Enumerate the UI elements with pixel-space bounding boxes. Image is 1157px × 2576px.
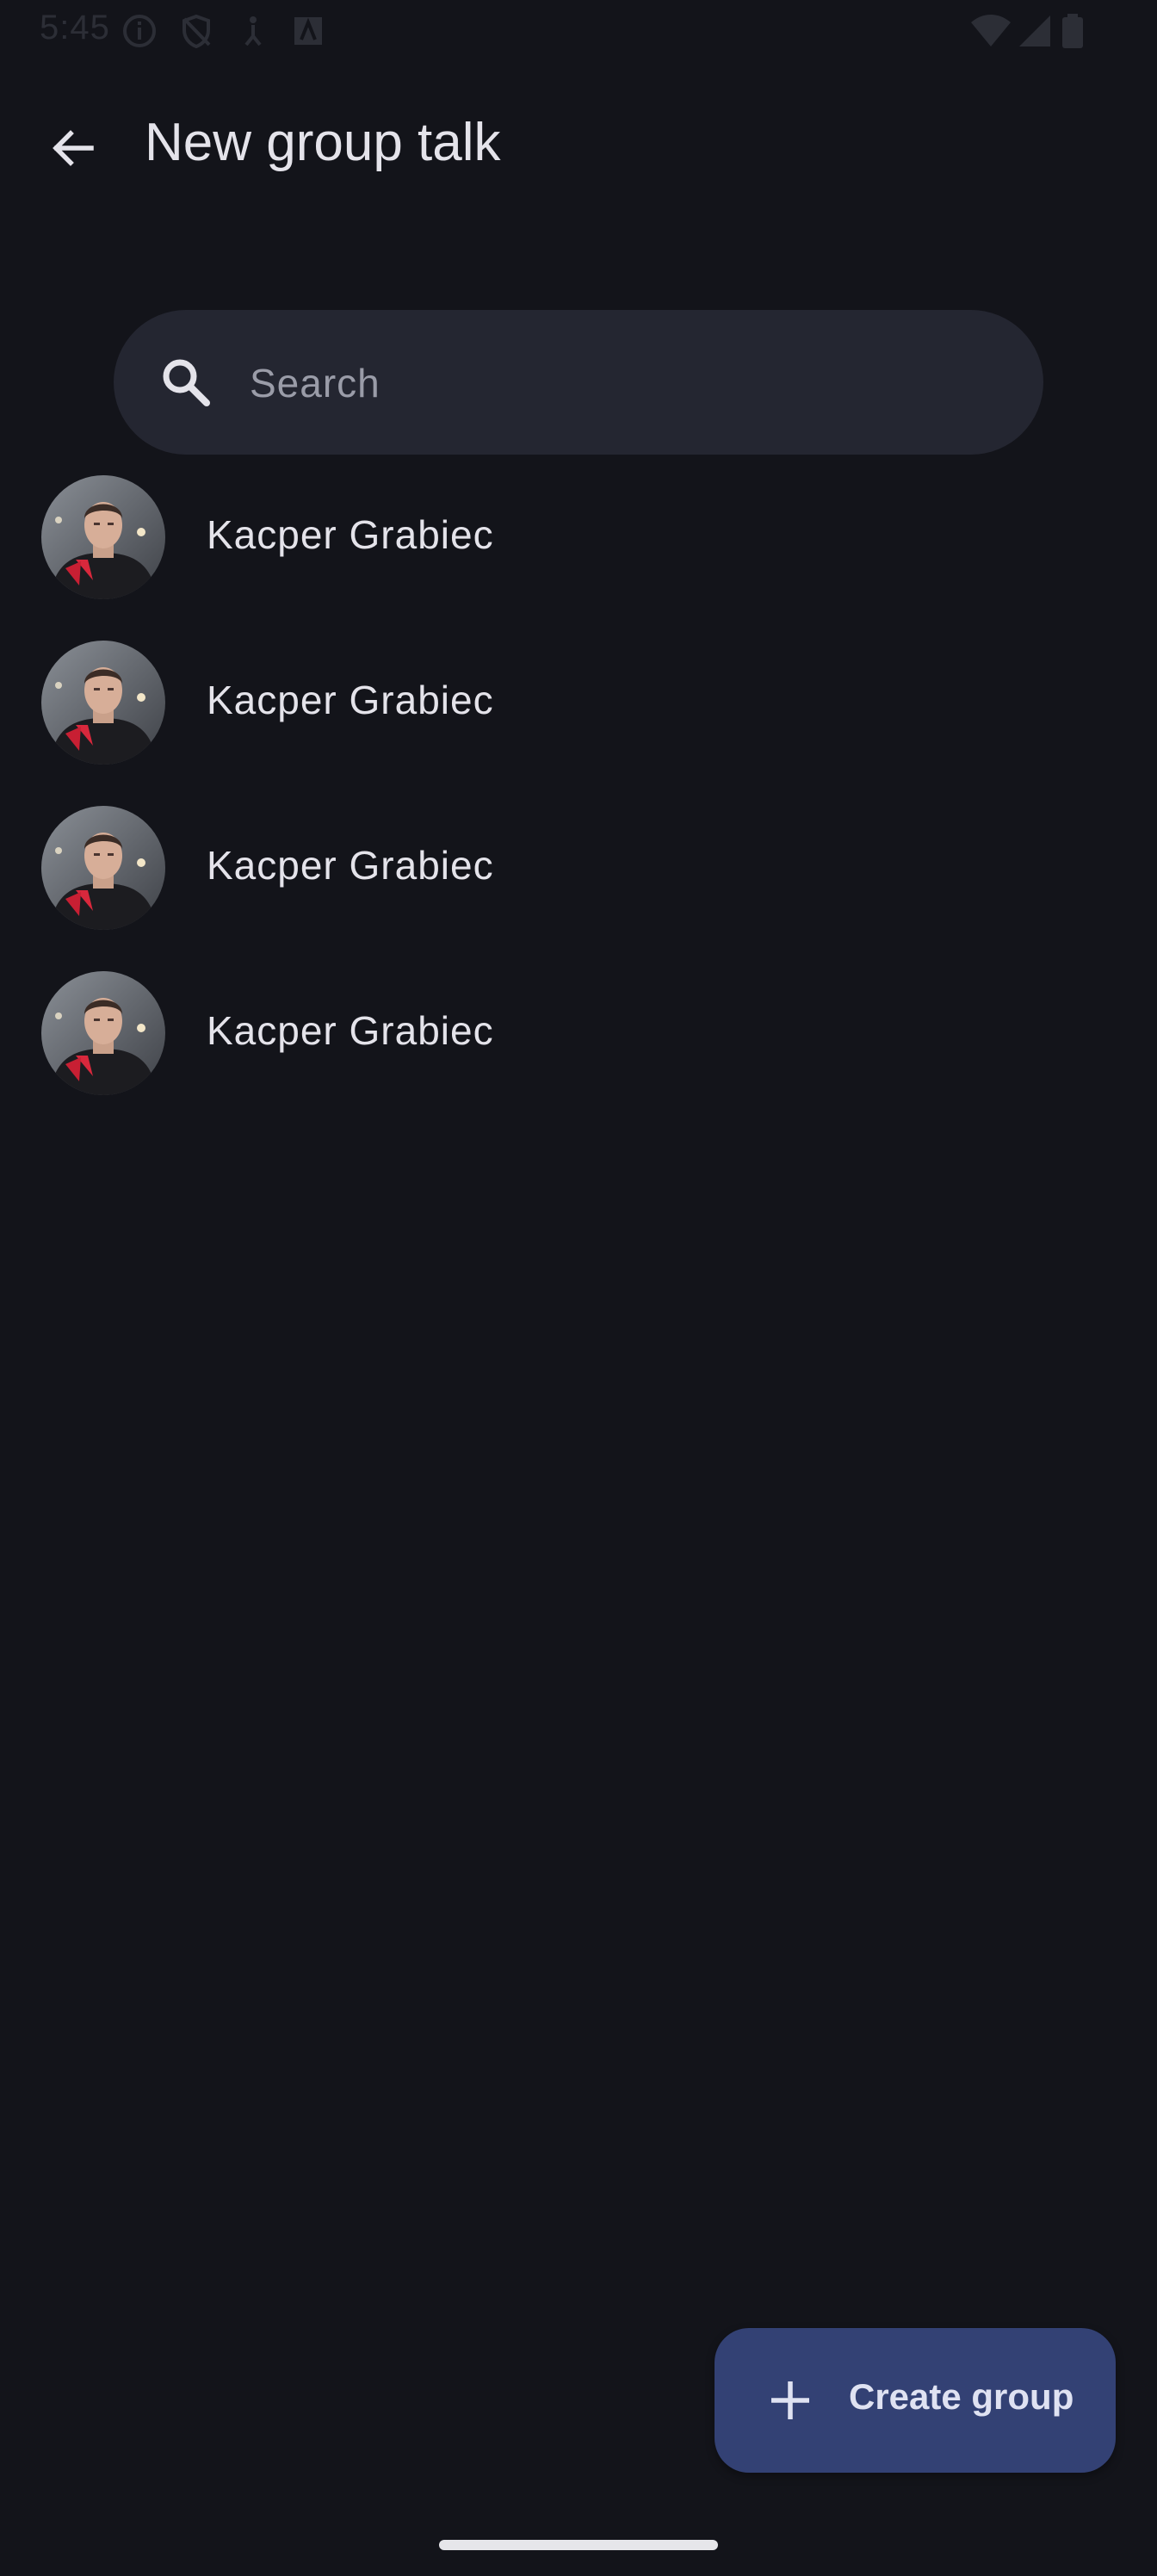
gesture-handle[interactable]	[439, 2540, 718, 2550]
contact-row[interactable]: Kacper Grabiec	[0, 785, 1157, 951]
arrow-back-icon	[48, 124, 96, 176]
signal-icon	[1016, 12, 1054, 50]
contact-name: Kacper Grabiec	[207, 843, 494, 888]
app-bar: New group talk	[0, 86, 1157, 203]
page-title: New group talk	[145, 113, 501, 172]
accessibility-icon	[234, 12, 272, 50]
wifi-icon	[969, 12, 1012, 50]
create-group-label: Create group	[849, 2376, 1074, 2417]
avatar	[41, 641, 165, 765]
contact-name: Kacper Grabiec	[207, 1008, 494, 1053]
contact-row[interactable]: Kacper Grabiec	[0, 951, 1157, 1116]
font-size-icon	[289, 12, 327, 50]
back-button[interactable]	[33, 110, 112, 189]
search-icon	[157, 353, 215, 412]
contact-row[interactable]: Kacper Grabiec	[0, 620, 1157, 785]
battery-icon	[1061, 12, 1085, 50]
contact-name: Kacper Grabiec	[207, 678, 494, 722]
status-bar: 5:45	[0, 0, 1157, 62]
search-bar[interactable]	[114, 310, 1043, 456]
status-time: 5:45	[40, 9, 110, 46]
info-icon	[121, 12, 158, 50]
contact-list: Kacper Grabiec Kacper Grabiec Kacper Gra…	[0, 455, 1157, 1116]
create-group-button[interactable]: Create group	[715, 2328, 1116, 2473]
shield-off-icon	[177, 12, 215, 50]
avatar	[41, 475, 165, 599]
contact-row[interactable]: Kacper Grabiec	[0, 455, 1157, 620]
avatar	[41, 806, 165, 930]
search-input[interactable]	[248, 310, 1009, 456]
contact-name: Kacper Grabiec	[207, 512, 494, 557]
avatar	[41, 971, 165, 1095]
plus-icon	[763, 2373, 818, 2428]
